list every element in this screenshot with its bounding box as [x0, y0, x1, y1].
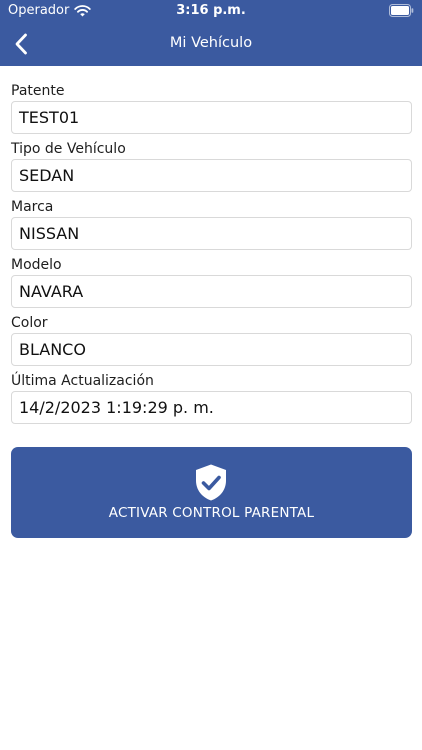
color-field[interactable]: BLANCO [11, 333, 412, 366]
field-label-marca: Marca [11, 199, 54, 215]
shield-check-icon [196, 464, 226, 501]
field-label-patente: Patente [11, 83, 65, 99]
field-label-color: Color [11, 315, 48, 331]
field-tipo-vehiculo: Tipo de Vehículo SEDAN [11, 140, 412, 192]
status-time: 3:16 p.m. [176, 3, 246, 18]
parental-button-label: ACTIVAR CONTROL PARENTAL [108, 505, 315, 521]
ultima-actualizacion-field[interactable]: 14/2/2023 1:19:29 p. m. [11, 391, 412, 424]
vehicle-form: Patente TEST01 Tipo de Vehículo SEDAN Ma… [11, 82, 412, 430]
modelo-field[interactable]: NAVARA [11, 275, 412, 308]
field-color: Color BLANCO [11, 314, 412, 366]
activate-parental-control-button[interactable]: ACTIVAR CONTROL PARENTAL [11, 447, 412, 538]
field-patente: Patente TEST01 [11, 82, 412, 134]
field-label-tipo-vehiculo: Tipo de Vehículo [11, 141, 126, 157]
field-label-modelo: Modelo [11, 257, 62, 273]
patente-field[interactable]: TEST01 [11, 101, 412, 134]
field-label-ultima-actualizacion: Última Actualización [11, 373, 154, 389]
status-bar: Operador 3:16 p.m. [0, 0, 422, 22]
field-marca: Marca NISSAN [11, 198, 412, 250]
app-header: Operador 3:16 p.m. Mi Vehículo [0, 0, 422, 66]
field-modelo: Modelo NAVARA [11, 256, 412, 308]
tipo-vehiculo-field[interactable]: SEDAN [11, 159, 412, 192]
marca-field[interactable]: NISSAN [11, 217, 412, 250]
page-title: Mi Vehículo [169, 35, 253, 51]
battery-icon [389, 4, 414, 17]
field-ultima-actualizacion: Última Actualización 14/2/2023 1:19:29 p… [11, 372, 412, 424]
